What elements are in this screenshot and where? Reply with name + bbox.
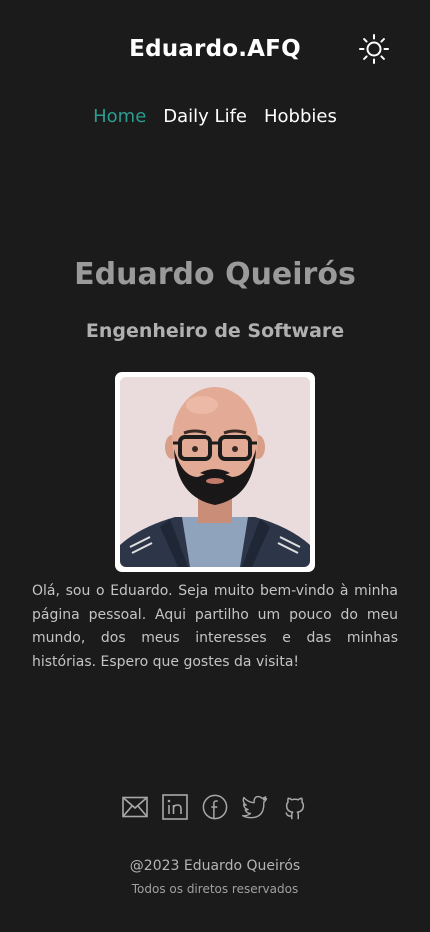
linkedin-link[interactable] [162,792,188,822]
footer-rights: Todos os diretos reservados [131,882,299,896]
main-nav: Home Daily Life Hobbies [0,106,430,127]
nav-item-hobbies[interactable]: Hobbies [264,106,337,127]
profile-name: Eduardo Queirós [74,257,356,292]
profile-role: Engenheiro de Software [85,320,345,342]
github-link[interactable] [282,792,308,822]
facebook-icon [202,794,228,820]
facebook-link[interactable] [202,792,228,822]
header: Eduardo.AFQ [0,0,430,100]
sun-icon [359,34,389,64]
nav-item-daily-life[interactable]: Daily Life [163,106,247,127]
email-icon [122,796,148,818]
linkedin-icon [162,794,188,820]
github-icon [285,797,305,820]
avatar [120,377,310,567]
footer-copyright: @2023 Eduardo Queirós [129,858,301,874]
email-link[interactable] [122,792,148,822]
avatar-frame [115,372,315,572]
nav-item-home[interactable]: Home [93,106,146,127]
twitter-link[interactable] [242,792,268,822]
intro-text: Olá, sou o Eduardo. Seja muito bem-vindo… [32,583,398,670]
twitter-icon [242,795,268,819]
theme-toggle-button[interactable] [356,31,392,67]
social-links [0,792,430,822]
